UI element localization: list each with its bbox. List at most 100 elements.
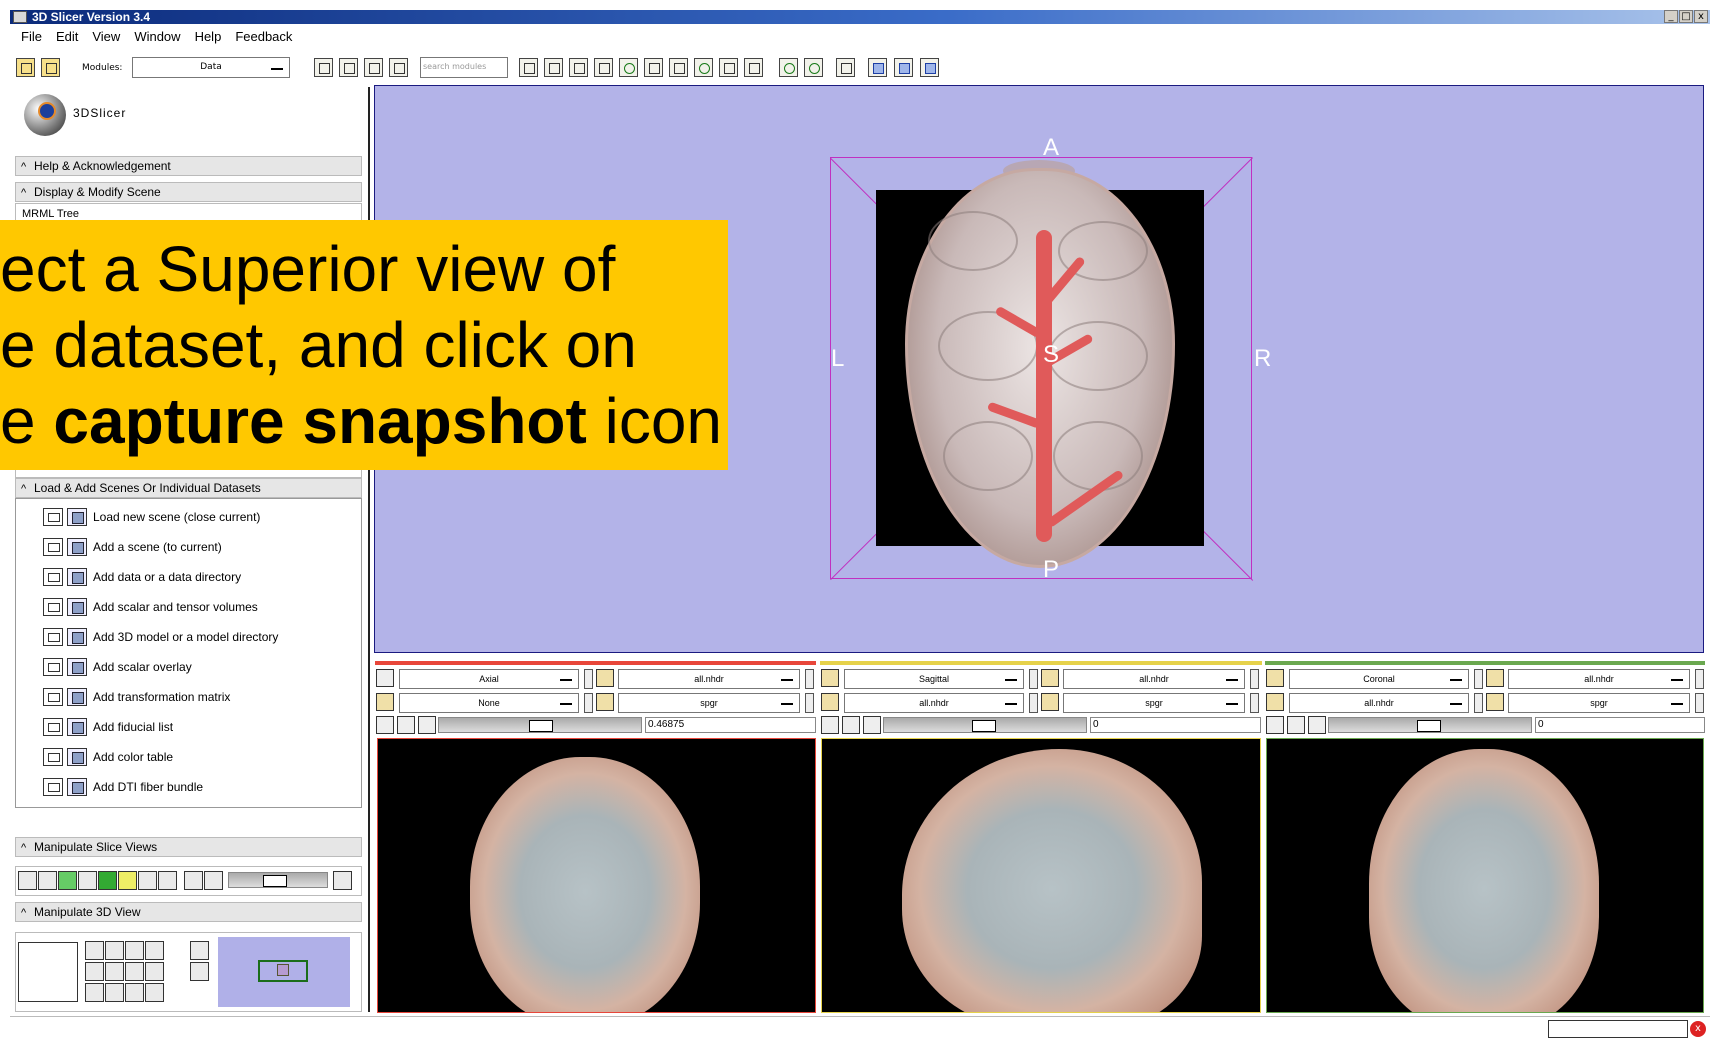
info-icon[interactable] [43,688,63,706]
axial-offset-value[interactable]: 0.46875 [645,717,816,733]
sagittal-offset-slider[interactable] [883,717,1087,733]
load-scene-icon[interactable] [16,58,35,77]
axial-bg-icon[interactable] [596,693,614,711]
add-color-table-row[interactable]: Add color table [43,746,343,768]
binoculars-icon[interactable] [519,58,538,77]
camera-icon[interactable] [125,962,144,981]
fg-icon[interactable] [58,871,77,890]
axial-spin-3[interactable] [584,693,593,713]
search-modules-input[interactable]: search modules [420,57,508,78]
menu-view[interactable]: View [87,29,125,44]
fiducials-icon[interactable] [644,58,663,77]
sagittal-fg-icon[interactable] [1041,669,1059,687]
overlay-icon[interactable] [67,658,87,676]
add-data-row[interactable]: Add data or a data directory [43,566,343,588]
coronal-fit-icon[interactable] [1266,669,1284,687]
scene-icon[interactable] [67,538,87,556]
slice-views-section-header[interactable]: Manipulate Slice Views [15,837,362,857]
rotate-icon[interactable] [920,58,939,77]
module-select[interactable]: Data [132,57,290,78]
error-log-icon[interactable]: x [1690,1021,1706,1037]
coronal-eye-icon[interactable] [1287,716,1305,734]
menu-file[interactable]: File [16,29,47,44]
sagittal-link-icon[interactable] [821,716,839,734]
coronal-spin-2[interactable] [1695,669,1704,689]
transform-icon[interactable] [67,688,87,706]
coronal-orientation-select[interactable]: Coronal [1289,669,1469,689]
zoom-tool-icon[interactable] [190,941,209,960]
sagittal-spin[interactable] [1029,669,1038,689]
zoom-out-icon[interactable] [145,962,164,981]
undo-icon[interactable] [779,58,798,77]
crosshair-icon[interactable] [138,871,157,890]
3d-navigator-preview[interactable] [218,937,350,1007]
spin-icon[interactable] [105,983,124,1002]
scene-icon[interactable] [67,508,87,526]
models-icon[interactable] [569,58,588,77]
sagittal-spin-4[interactable] [1250,693,1259,713]
sagittal-orientation-select[interactable]: Sagittal [844,669,1024,689]
coronal-background-select[interactable]: spgr [1508,693,1690,713]
sagittal-background-select[interactable]: spgr [1063,693,1245,713]
fiducial-icon[interactable] [67,718,87,736]
home-icon[interactable] [544,58,563,77]
sagittal-eye-icon[interactable] [842,716,860,734]
help-section-header[interactable]: Help & Acknowledgement [15,156,362,176]
add-fiducial-row[interactable]: Add fiducial list [43,716,343,738]
grid-icon[interactable] [98,871,117,890]
color-table-icon[interactable] [67,748,87,766]
pan-icon[interactable] [85,941,104,960]
display-section-header[interactable]: Display & Modify Scene [15,182,362,202]
coronal-link-icon[interactable] [1266,716,1284,734]
editor-icon[interactable] [669,58,688,77]
zoom-in-icon[interactable] [145,941,164,960]
menu-help[interactable]: Help [190,29,227,44]
lightbox-icon[interactable] [184,871,203,890]
coronal-bg-icon[interactable] [1486,693,1504,711]
model-icon[interactable] [67,628,87,646]
axial-spin-2[interactable] [805,669,814,689]
slice-opacity-slider[interactable] [228,872,328,888]
sagittal-label-select[interactable]: all.nhdr [844,693,1024,713]
load-section-header[interactable]: Load & Add Scenes Or Individual Datasets [15,478,362,498]
menu-feedback[interactable]: Feedback [230,29,297,44]
coronal-slice-view[interactable] [1266,738,1704,1013]
add-volumes-row[interactable]: Add scalar and tensor volumes [43,596,343,618]
close-button[interactable]: x [1694,10,1708,23]
info-icon[interactable] [43,598,63,616]
capture-snapshot-icon[interactable] [125,941,144,960]
coronal-spin[interactable] [1474,669,1483,689]
info-icon[interactable] [43,658,63,676]
prev-module-icon[interactable] [314,58,333,77]
minimize-button[interactable]: _ [1664,10,1678,23]
sagittal-spin-3[interactable] [1029,693,1038,713]
load-new-scene-row[interactable]: Load new scene (close current) [43,506,343,528]
axial-offset-slider[interactable] [438,717,642,733]
stereo-icon[interactable] [85,983,104,1002]
info-icon[interactable] [43,778,63,796]
axial-fit-icon[interactable] [376,669,394,687]
axial-orientation-select[interactable]: Axial [399,669,579,689]
box-icon[interactable] [105,962,124,981]
sagittal-fit-icon[interactable] [821,669,839,687]
annotation-icon[interactable] [158,871,177,890]
navigator-icon[interactable] [190,962,209,981]
add-dti-row[interactable]: Add DTI fiber bundle [43,776,343,798]
info-icon[interactable] [43,538,63,556]
volumes-icon[interactable] [594,58,613,77]
spacing-icon[interactable] [204,871,223,890]
rotate-view-icon[interactable] [85,962,104,981]
coronal-spin-4[interactable] [1695,693,1704,713]
axial-label-icon[interactable] [376,693,394,711]
coronal-options-icon[interactable] [1308,716,1326,734]
info-icon[interactable] [43,508,63,526]
composite-icon[interactable] [118,871,137,890]
info-icon[interactable] [43,628,63,646]
axial-spin[interactable] [584,669,593,689]
coronal-offset-slider[interactable] [1328,717,1532,733]
coronal-offset-value[interactable]: 0 [1535,717,1705,733]
save-scene-icon[interactable] [41,58,60,77]
layout-icon[interactable] [836,58,855,77]
add-overlay-row[interactable]: Add scalar overlay [43,656,343,678]
axial-fg-icon[interactable] [596,669,614,687]
